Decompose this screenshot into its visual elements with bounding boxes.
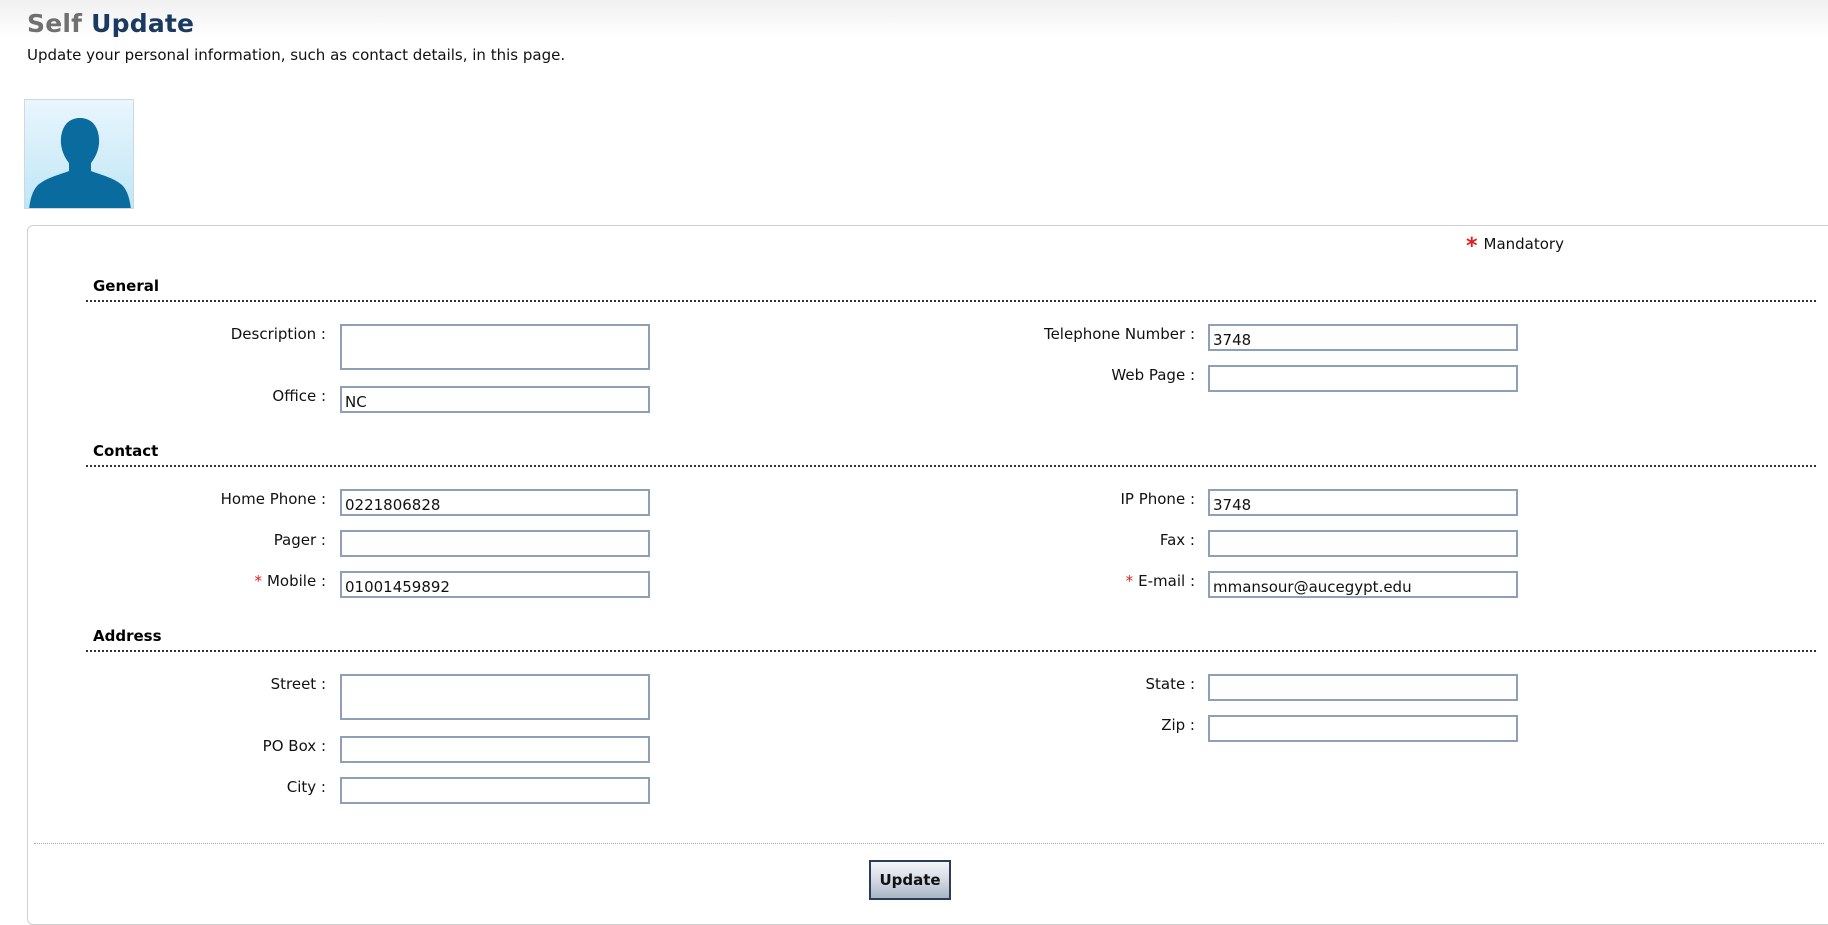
mobile-field[interactable] <box>340 571 650 598</box>
mandatory-label: Mandatory <box>1483 235 1564 253</box>
web-page-label: Web Page : <box>1111 366 1195 384</box>
update-button[interactable]: Update <box>869 860 951 900</box>
footer-divider <box>34 843 1824 844</box>
required-marker: * <box>1125 572 1134 590</box>
state-field[interactable] <box>1208 674 1518 701</box>
section-title-general: General <box>93 277 159 295</box>
avatar <box>24 99 134 209</box>
page-subtitle: Update your personal information, such a… <box>27 46 566 64</box>
email-label-text: E-mail : <box>1138 572 1195 590</box>
home-phone-field[interactable] <box>340 489 650 516</box>
mandatory-legend: * Mandatory <box>1466 234 1564 259</box>
pager-label: Pager : <box>273 531 326 549</box>
section-divider <box>86 300 1816 302</box>
home-phone-label: Home Phone : <box>220 490 326 508</box>
telephone-number-label: Telephone Number : <box>1043 325 1195 343</box>
page-title-self: Self <box>27 9 83 38</box>
mobile-label: * Mobile : <box>254 572 326 590</box>
fax-label: Fax : <box>1159 531 1195 549</box>
web-page-field[interactable] <box>1208 365 1518 392</box>
page-title-update: Update <box>91 9 195 38</box>
state-label: State : <box>1145 675 1195 693</box>
required-star-icon: * <box>1466 234 1478 259</box>
ip-phone-label: IP Phone : <box>1120 490 1195 508</box>
street-field[interactable] <box>340 674 650 720</box>
city-field[interactable] <box>340 777 650 804</box>
office-label: Office : <box>272 387 326 405</box>
city-label: City : <box>286 778 326 796</box>
po-box-label: PO Box : <box>262 737 326 755</box>
street-label: Street : <box>270 675 326 693</box>
fax-field[interactable] <box>1208 530 1518 557</box>
required-marker: * <box>254 572 262 590</box>
section-divider <box>86 465 1816 467</box>
email-field[interactable] <box>1208 571 1518 598</box>
page-title: Self Update <box>27 9 194 38</box>
mobile-label-text: Mobile : <box>266 572 326 590</box>
pager-field[interactable] <box>340 530 650 557</box>
description-label: Description : <box>230 325 326 343</box>
zip-field[interactable] <box>1208 715 1518 742</box>
user-silhouette-icon <box>29 118 131 208</box>
description-field[interactable] <box>340 324 650 370</box>
zip-label: Zip : <box>1161 716 1195 734</box>
section-title-address: Address <box>93 627 162 645</box>
email-label: * E-mail : <box>1126 572 1195 590</box>
section-title-contact: Contact <box>93 442 159 460</box>
ip-phone-field[interactable] <box>1208 489 1518 516</box>
po-box-field[interactable] <box>340 736 650 763</box>
section-divider <box>86 650 1816 652</box>
office-field[interactable] <box>340 386 650 413</box>
telephone-number-field[interactable] <box>1208 324 1518 351</box>
page-header <box>0 0 1828 38</box>
